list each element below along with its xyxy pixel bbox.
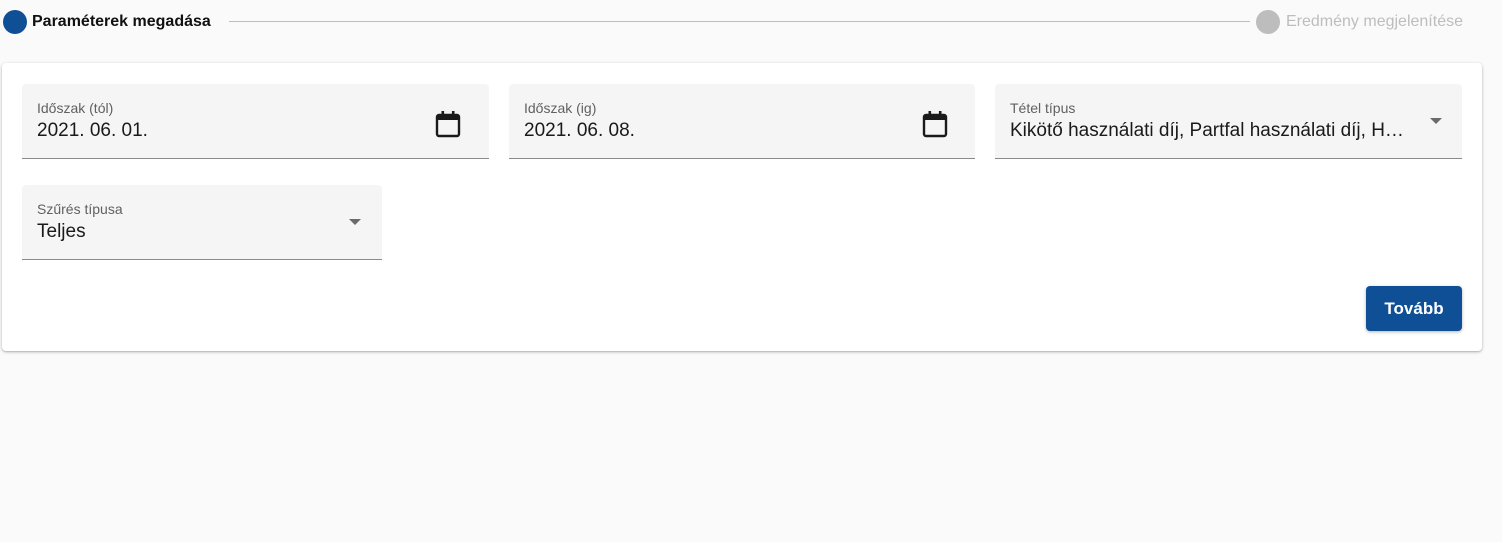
filter-type-select[interactable]: Szűrés típusa Teljes: [22, 185, 382, 260]
date-from-value[interactable]: 2021. 06. 01.: [37, 120, 417, 142]
item-type-value[interactable]: Kikötő használati díj, Partfal használat…: [1010, 120, 1418, 142]
date-to-label: Időszak (ig): [524, 100, 597, 116]
calendar-icon[interactable]: [435, 110, 461, 138]
date-from-field[interactable]: Időszak (tól) 2021. 06. 01.: [22, 84, 489, 159]
next-button[interactable]: Tovább: [1366, 286, 1462, 331]
item-type-label: Tétel típus: [1010, 100, 1076, 116]
parameters-card: Időszak (tól) 2021. 06. 01. Időszak (ig)…: [2, 63, 1482, 351]
filter-type-value[interactable]: Teljes: [37, 221, 337, 243]
date-to-value[interactable]: 2021. 06. 08.: [524, 120, 904, 142]
date-to-field[interactable]: Időszak (ig) 2021. 06. 08.: [509, 84, 975, 159]
stepper-connector: [229, 21, 1250, 22]
step-2-label[interactable]: Eredmény megjelenítése: [1286, 12, 1463, 32]
filter-type-label: Szűrés típusa: [37, 201, 123, 217]
step-2-indicator-icon[interactable]: [1256, 10, 1280, 34]
calendar-icon[interactable]: [922, 110, 948, 138]
step-1-indicator-icon[interactable]: [3, 10, 27, 34]
dropdown-arrow-icon[interactable]: [349, 219, 361, 225]
date-from-label: Időszak (tól): [37, 100, 114, 116]
item-type-select[interactable]: Tétel típus Kikötő használati díj, Partf…: [995, 84, 1462, 159]
stepper: Paraméterek megadása Eredmény megjelenít…: [0, 0, 1502, 44]
step-1-label[interactable]: Paraméterek megadása: [32, 12, 211, 32]
dropdown-arrow-icon[interactable]: [1430, 118, 1442, 124]
